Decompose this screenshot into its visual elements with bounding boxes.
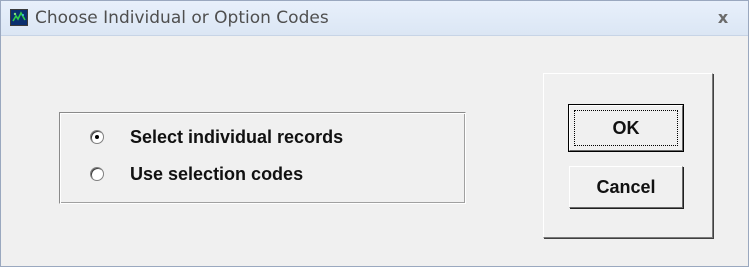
title-bar[interactable]: Choose Individual or Option Codes x <box>1 1 748 36</box>
ok-button[interactable]: OK <box>568 104 684 152</box>
window-title: Choose Individual or Option Codes <box>35 8 329 28</box>
app-logo-icon <box>10 9 28 26</box>
dialog-window: Choose Individual or Option Codes x Sele… <box>0 0 749 267</box>
close-button[interactable]: x <box>710 7 736 29</box>
radio-button-checked[interactable] <box>90 130 104 144</box>
radio-button-unchecked[interactable] <box>90 167 104 181</box>
radio-label-selection-codes[interactable]: Use selection codes <box>130 164 303 185</box>
button-panel: OK Cancel <box>543 73 713 238</box>
radio-label-individual-records[interactable]: Select individual records <box>130 127 343 148</box>
selection-mode-group: Select individual records Use selection … <box>59 112 466 204</box>
cancel-button[interactable]: Cancel <box>569 166 683 208</box>
ok-button-label: OK <box>574 110 678 146</box>
close-icon: x <box>717 8 729 27</box>
